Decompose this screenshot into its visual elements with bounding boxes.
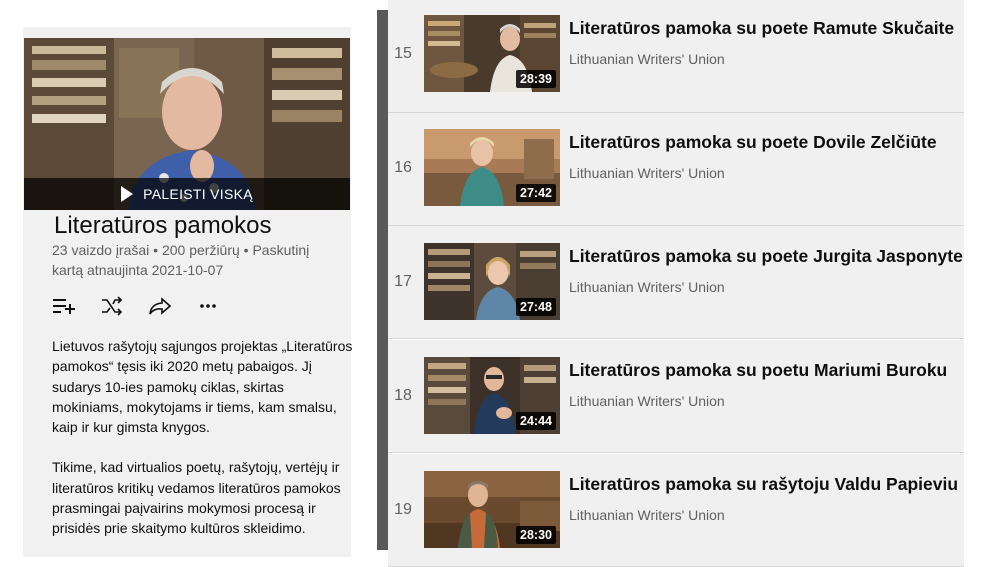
play-all-label: PALEISTI VISKĄ <box>143 186 253 202</box>
share-button[interactable] <box>148 294 172 318</box>
playlist-video-row[interactable]: 16 27:42 Literatūros pamoka su poete Dov… <box>388 113 964 226</box>
video-channel[interactable]: Lithuanian Writers' Union <box>569 279 725 295</box>
panel-divider <box>377 10 388 550</box>
playlist-video-row[interactable]: 15 28:39 Literatūros pamoka su poete Ram… <box>388 0 964 113</box>
video-thumbnail[interactable]: 27:48 <box>424 243 560 320</box>
video-title[interactable]: Literatūros pamoka su poete Ramute Skuča… <box>569 18 954 39</box>
playlist-sidebar: PALEISTI VISKĄ Literatūros pamokos 23 va… <box>0 0 375 557</box>
shuffle-button[interactable] <box>100 294 124 318</box>
video-channel[interactable]: Lithuanian Writers' Union <box>569 165 725 181</box>
playlist-thumbnail[interactable]: PALEISTI VISKĄ <box>24 38 350 210</box>
video-duration: 28:39 <box>516 70 556 88</box>
video-thumbnail[interactable]: 28:39 <box>424 15 560 92</box>
shuffle-icon <box>102 296 123 316</box>
video-channel[interactable]: Lithuanian Writers' Union <box>569 393 725 409</box>
video-duration: 27:48 <box>516 298 556 316</box>
video-title[interactable]: Literatūros pamoka su poete Jurgita Jasp… <box>569 246 963 267</box>
playlist-meta: 23 vaizdo įrašai • 200 peržiūrų • Paskut… <box>52 242 310 278</box>
play-all-button[interactable]: PALEISTI VISKĄ <box>24 178 350 210</box>
video-duration: 24:44 <box>516 412 556 430</box>
video-duration: 27:42 <box>516 184 556 202</box>
playlist-actions <box>52 294 220 318</box>
more-options-icon <box>200 304 216 308</box>
video-index: 19 <box>394 501 412 518</box>
video-title[interactable]: Literatūros pamoka su poetu Mariumi Buro… <box>569 360 947 381</box>
save-to-library-icon <box>53 299 75 314</box>
playlist-video-row[interactable]: 18 24:44 Literatūros pamoka su poetu Mar… <box>388 340 964 453</box>
video-title[interactable]: Literatūros pamoka su rašytoju Valdu Pap… <box>569 474 958 495</box>
video-index: 17 <box>394 273 412 290</box>
video-title[interactable]: Literatūros pamoka su poete Dovile Zelči… <box>569 132 937 153</box>
video-duration: 28:30 <box>516 526 556 544</box>
description-paragraph: Lietuvos rašytojų sąjungos projektas „Li… <box>52 338 353 436</box>
video-index: 16 <box>394 159 412 176</box>
playlist-description: Lietuvos rašytojų sąjungos projektas „Li… <box>52 336 357 559</box>
description-paragraph: Tikime, kad virtualios poetų, rašytojų, … <box>52 459 341 537</box>
more-options-button[interactable] <box>196 294 220 318</box>
video-thumbnail[interactable]: 24:44 <box>424 357 560 434</box>
playlist-video-row[interactable]: 17 27:48 Literatūros pamoka su poete Jur… <box>388 226 964 339</box>
video-index: 15 <box>394 45 412 62</box>
video-channel[interactable]: Lithuanian Writers' Union <box>569 51 725 67</box>
playlist-title: Literatūros pamokos <box>54 212 272 239</box>
play-icon <box>121 186 134 202</box>
video-thumbnail[interactable]: 27:42 <box>424 129 560 206</box>
playlist-video-row[interactable]: 19 28:30 Literatūros pamoka su rašytoju … <box>388 454 964 567</box>
save-to-library-button[interactable] <box>52 294 76 318</box>
video-channel[interactable]: Lithuanian Writers' Union <box>569 507 725 523</box>
video-index: 18 <box>394 387 412 404</box>
video-thumbnail[interactable]: 28:30 <box>424 471 560 548</box>
share-icon <box>149 297 171 315</box>
